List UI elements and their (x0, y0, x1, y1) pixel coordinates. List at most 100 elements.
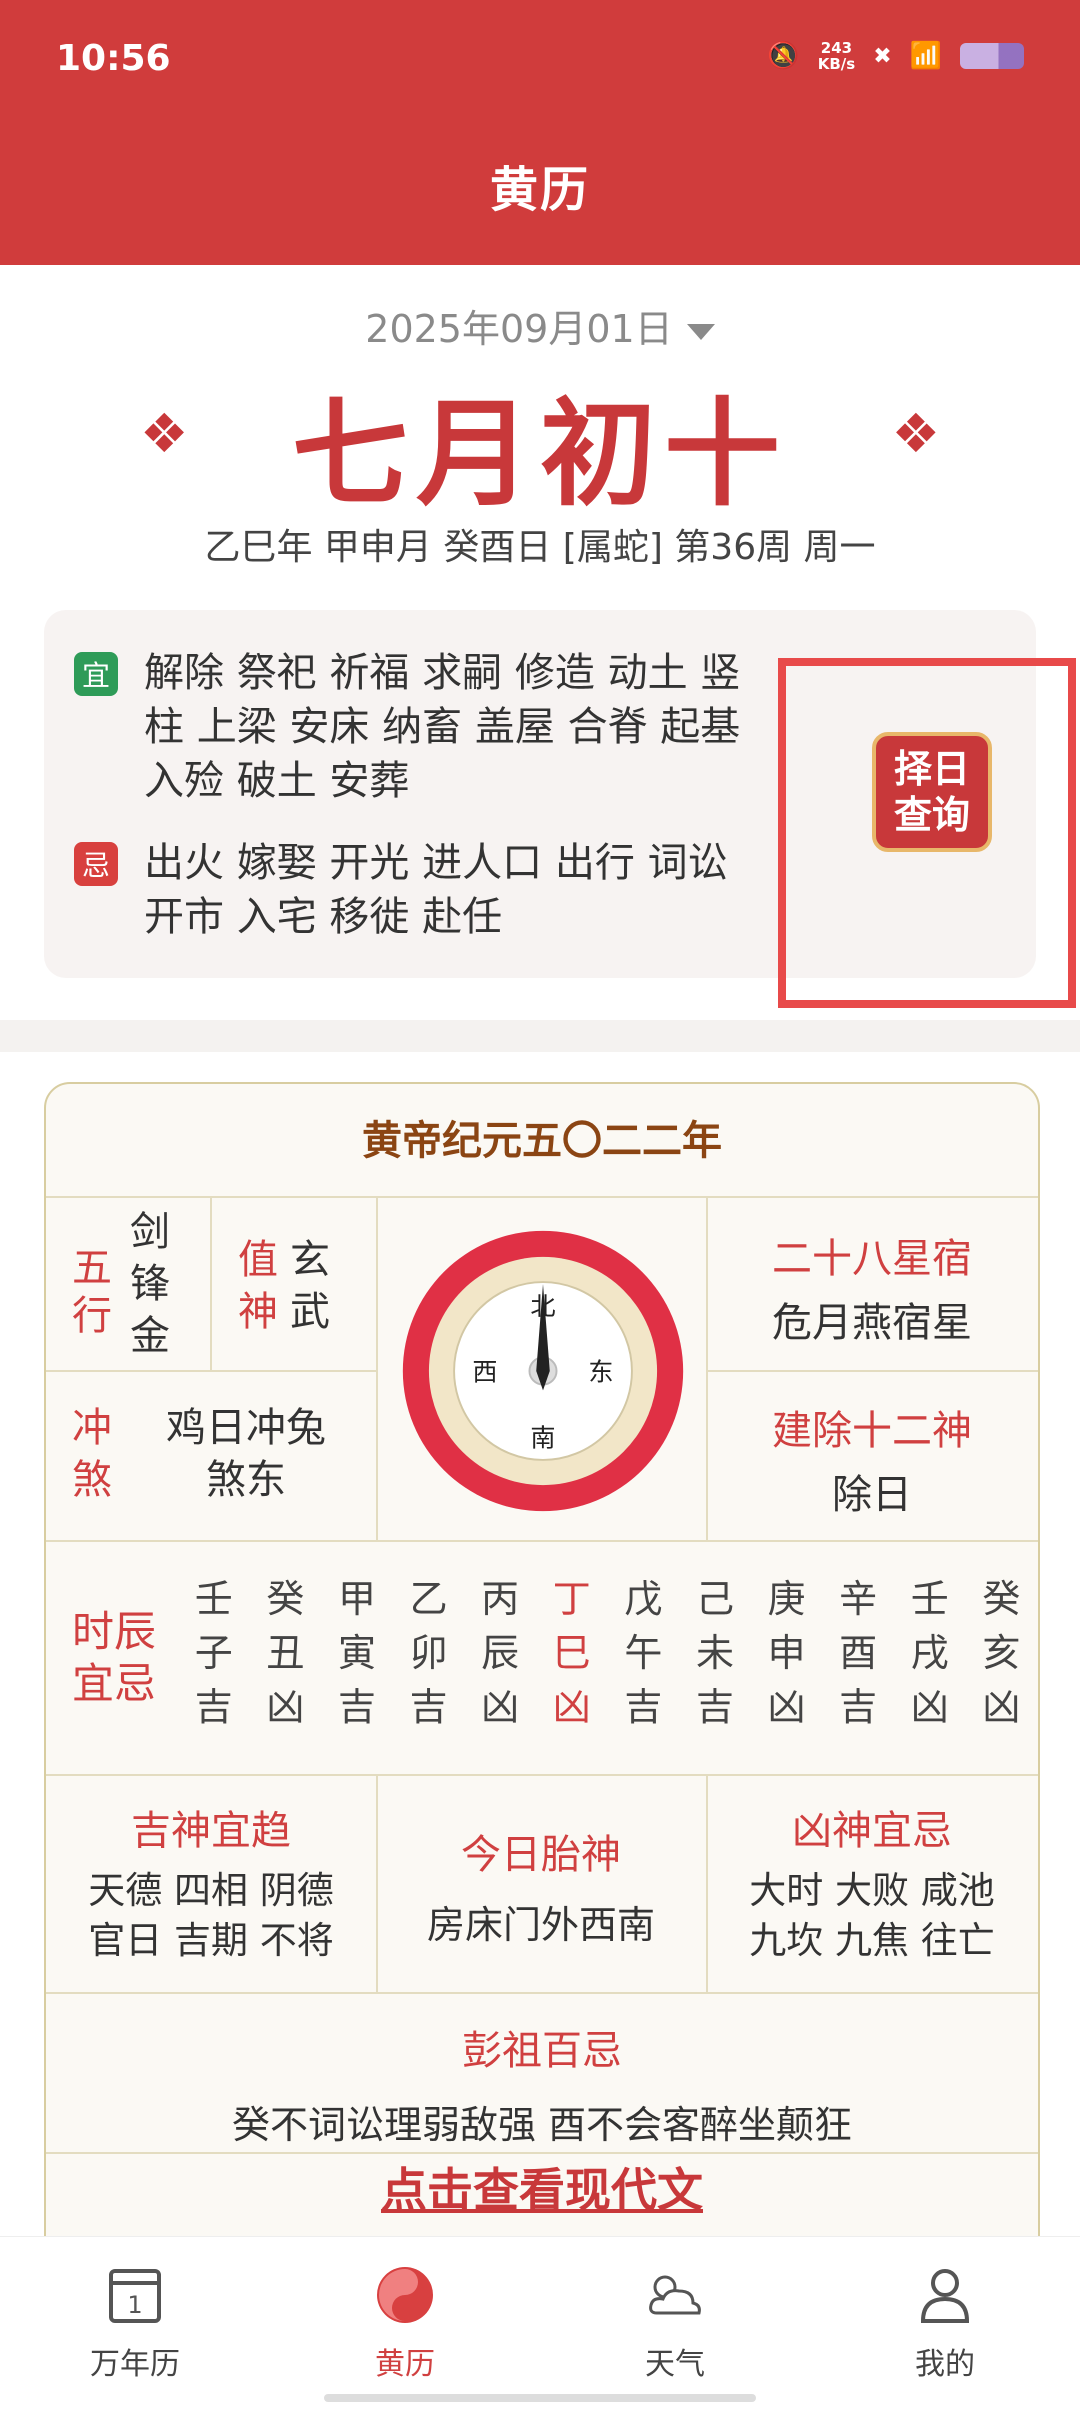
shichen-luck: 凶 (982, 1685, 1021, 1729)
ganzhi-line: 乙巳年 甲申月 癸酉日 [属蛇] 第36周 周一 (204, 527, 876, 568)
shichen-gan: 乙 (409, 1577, 448, 1621)
shichen-luck: 吉 (839, 1685, 878, 1729)
shichen-luck: 吉 (409, 1685, 448, 1729)
page-title: 黄历 (489, 162, 590, 218)
shichen-luck: 凶 (552, 1685, 591, 1729)
shichen-luck: 吉 (624, 1685, 663, 1729)
battery-icon (960, 43, 1024, 69)
shichen-zhi: 未 (695, 1631, 734, 1675)
wuxing-label: 五行 (72, 1245, 112, 1339)
modern-text-link[interactable]: 点击查看现代文 (46, 2154, 1038, 2220)
wifi-icon: 📶 (909, 41, 942, 71)
shichen-column: 庚申凶 (751, 1572, 823, 1734)
shichen-luck: 凶 (910, 1685, 949, 1729)
jianchu-cell: 建除十二神 除日 (772, 1408, 972, 1518)
mute-icon: 🔕 (767, 41, 800, 71)
shichen-luck: 凶 (767, 1685, 806, 1729)
tab-calendar[interactable]: 1 万年历 (0, 2237, 270, 2409)
shichen-zhi: 子 (194, 1631, 233, 1675)
next-day-knot-icon[interactable]: ❖ (892, 402, 940, 465)
shichen-column: 辛酉吉 (822, 1572, 894, 1734)
shichen-zhi: 戌 (910, 1631, 949, 1675)
shichen-luck: 凶 (266, 1685, 305, 1729)
shichen-gan: 癸 (266, 1577, 305, 1621)
pengzu-cell: 彭祖百忌 癸不词讼理弱敌强 酉不会客醉坐颠狂 (46, 1994, 1038, 2154)
shichen-column: 壬戌凶 (894, 1572, 966, 1734)
shichen-section: 时辰 宜忌 壬子吉癸丑凶甲寅吉乙卯吉丙辰凶丁巳凶戊午吉己未吉庚申凶辛酉吉壬戌凶癸亥… (46, 1542, 1038, 1776)
tab-mine[interactable]: 我的 (810, 2237, 1080, 2409)
shichen-zhi: 酉 (839, 1631, 878, 1675)
zhishen-label: 值神 (238, 1237, 278, 1335)
ji-text: 出火 嫁娶 开光 进人口 出行 词讼 开市 入宅 移徙 赴任 (144, 840, 728, 940)
shichen-column: 己未吉 (679, 1572, 751, 1734)
calendar-icon: 1 (103, 2263, 167, 2327)
shichen-zhi: 巳 (552, 1631, 591, 1675)
zhishen-value: 玄武 (290, 1237, 330, 1335)
yi-badge: 宜 (74, 652, 118, 696)
chongsha-label: 冲煞 (72, 1405, 112, 1503)
xingxiu-cell: 二十八星宿 危月燕宿星 (772, 1236, 972, 1346)
shichen-zhi: 申 (767, 1631, 806, 1675)
status-icons: 🔕 243 KB/s ✖ 📶 (767, 40, 1024, 72)
shichen-gan: 壬 (910, 1577, 949, 1621)
yi-row: 宜 解除 祭祀 祈福 求嗣 修造 动土 竖柱 上梁 安床 纳畜 盖屋 合脊 起基… (74, 646, 764, 808)
compass-west: 西 (472, 1358, 497, 1387)
highlight-box (778, 658, 1076, 1008)
shichen-column: 丙辰凶 (464, 1572, 536, 1734)
app-header: 10:56 🔕 243 KB/s ✖ 📶 黄历 (0, 0, 1080, 265)
shichen-zhi: 午 (624, 1631, 663, 1675)
shichen-luck: 凶 (481, 1685, 520, 1729)
yi-text: 解除 祭祀 祈福 求嗣 修造 动土 竖柱 上梁 安床 纳畜 盖屋 合脊 起基 入… (144, 650, 741, 804)
shichen-column: 戊午吉 (608, 1572, 680, 1734)
chevron-down-icon (686, 323, 715, 340)
shichen-gan: 丙 (481, 1577, 520, 1621)
shichen-gan: 癸 (982, 1577, 1021, 1621)
bottom-tab-bar: 1 万年历 黄历 天气 我的 (0, 2236, 1080, 2409)
shichen-zhi: 丑 (266, 1631, 305, 1675)
shichen-gan: 己 (695, 1577, 734, 1621)
shichen-luck: 吉 (337, 1685, 376, 1729)
compass-icon: 北 南 东 西 (402, 1230, 684, 1512)
shichen-zhi: 辰 (481, 1631, 520, 1675)
compass-east: 东 (588, 1358, 613, 1387)
shichen-label: 时辰 宜忌 (72, 1607, 157, 1708)
wuxing-value: 剑锋金 (130, 1209, 170, 1359)
almanac-card: 黄帝纪元五〇二二年 五行 剑锋金 值神 玄武 冲煞 鸡日冲兔 煞东 北 南 东 西… (44, 1082, 1040, 2286)
shichen-luck: 吉 (695, 1685, 734, 1729)
shichen-luck: 吉 (194, 1685, 233, 1729)
yin-yang-icon (373, 2263, 437, 2327)
shichen-gan: 丁 (552, 1577, 591, 1621)
shichen-column: 甲寅吉 (321, 1572, 393, 1734)
shichen-gan: 戊 (624, 1577, 663, 1621)
shichen-zhi: 寅 (337, 1631, 376, 1675)
date-picker[interactable]: 2025年09月01日 (0, 298, 1080, 353)
home-indicator[interactable] (324, 2394, 756, 2402)
shichen-column: 丁巳凶 (536, 1572, 608, 1734)
shichen-column: 癸亥凶 (966, 1572, 1038, 1734)
compass-north: 北 (530, 1292, 555, 1321)
user-icon (913, 2263, 977, 2327)
ji-row: 忌 出火 嫁娶 开光 进人口 出行 词讼 开市 入宅 移徙 赴任 (74, 836, 764, 944)
shichen-gan: 壬 (194, 1577, 233, 1621)
era-title: 黄帝纪元五〇二二年 (46, 1084, 1038, 1198)
weather-icon (643, 2263, 707, 2327)
shichen-gan: 辛 (839, 1577, 878, 1621)
tab-weather[interactable]: 天气 (540, 2237, 810, 2409)
net-speed: 243 KB/s (817, 39, 856, 73)
status-time: 10:56 (56, 38, 171, 79)
xiongshen-cell: 凶神宜忌 大时 大败 咸池 九坎 九焦 往亡 (749, 1808, 995, 1962)
shichen-zhi: 亥 (982, 1631, 1021, 1675)
shichen-zhi: 卯 (409, 1631, 448, 1675)
svg-text:1: 1 (127, 2291, 142, 2319)
shichen-column: 乙卯吉 (393, 1572, 465, 1734)
section-divider (0, 1020, 1080, 1052)
compass-south: 南 (530, 1423, 555, 1452)
tab-huangli[interactable]: 黄历 (270, 2237, 540, 2409)
taishen-cell: 今日胎神 房床门外西南 (426, 1832, 655, 1947)
ji-badge: 忌 (74, 842, 118, 886)
chongsha-value: 鸡日冲兔 煞东 (166, 1405, 326, 1503)
shichen-gan: 甲 (337, 1577, 376, 1621)
sim-icon: ✖ (873, 43, 892, 69)
shichen-gan: 庚 (767, 1577, 806, 1621)
shichen-column: 壬子吉 (178, 1572, 250, 1734)
